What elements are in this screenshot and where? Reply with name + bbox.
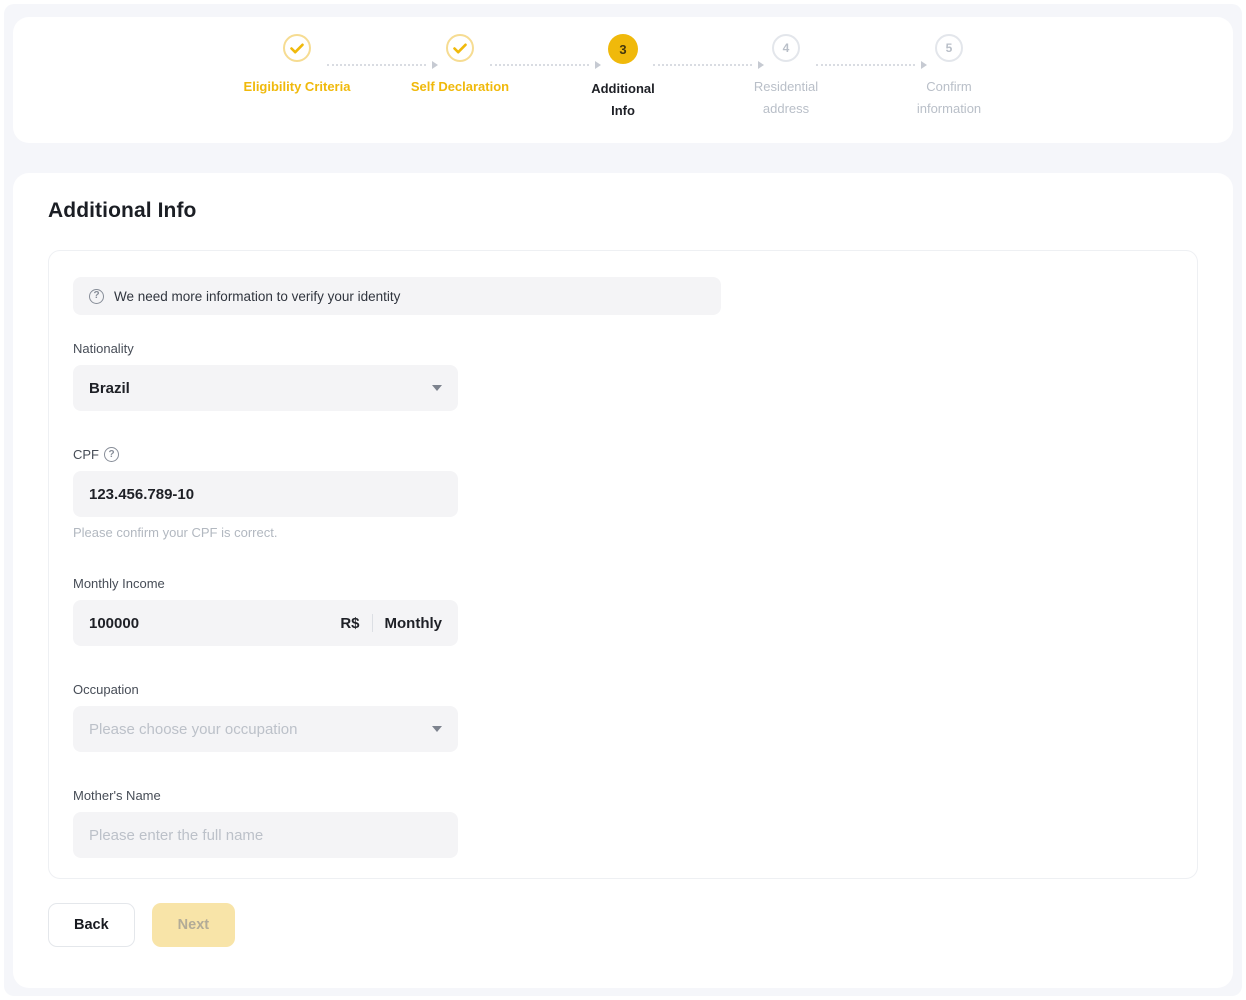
cpf-helper-text: Please confirm your CPF is correct.	[73, 525, 1173, 540]
step-self-declaration[interactable]: Self Declaration	[379, 34, 542, 122]
mothers-name-field-box	[73, 812, 458, 858]
monthly-income-field-box: R$ Monthly	[73, 600, 458, 646]
step-additional-info: 3 Additional Info	[542, 34, 705, 122]
currency-label: R$	[340, 615, 359, 632]
step-number-circle: 4	[772, 34, 800, 62]
stepper-card: Eligibility Criteria Self Declaration 3 …	[13, 17, 1233, 143]
step-complete-circle	[446, 34, 474, 62]
info-banner-text: We need more information to verify your …	[114, 289, 400, 304]
step-complete-circle	[283, 34, 311, 62]
step-residential-address: 4 Residential address	[705, 34, 868, 122]
step-label: Additional Info	[582, 78, 664, 122]
step-label: Confirm information	[903, 76, 995, 120]
monthly-income-label: Monthly Income	[73, 576, 1173, 591]
income-suffix: R$ Monthly	[340, 614, 442, 632]
page-background: Eligibility Criteria Self Declaration 3 …	[4, 4, 1242, 996]
check-icon	[453, 43, 467, 54]
nationality-select[interactable]: Brazil	[73, 365, 458, 411]
nationality-value: Brazil	[89, 380, 432, 397]
form-actions: Back Next	[48, 903, 1198, 947]
chevron-down-icon	[432, 726, 442, 732]
mothers-name-input[interactable]	[89, 827, 442, 844]
step-label: Self Declaration	[411, 76, 509, 98]
mothers-name-label: Mother's Name	[73, 788, 1173, 803]
monthly-income-input[interactable]	[89, 615, 340, 632]
cpf-input[interactable]	[89, 486, 442, 503]
step-label: Eligibility Criteria	[244, 76, 351, 98]
occupation-placeholder: Please choose your occupation	[89, 721, 432, 738]
step-confirm-information: 5 Confirm information	[868, 34, 1031, 122]
period-label: Monthly	[385, 615, 443, 632]
help-icon: ?	[89, 289, 104, 304]
nationality-label: Nationality	[73, 341, 1173, 356]
step-number-circle: 5	[935, 34, 963, 62]
form-container: ? We need more information to verify you…	[48, 250, 1198, 879]
cpf-label: CPF ?	[73, 447, 1173, 462]
progress-stepper: Eligibility Criteria Self Declaration 3 …	[13, 17, 1233, 122]
help-icon[interactable]: ?	[104, 447, 119, 462]
suffix-divider	[372, 614, 373, 632]
cpf-field-box	[73, 471, 458, 517]
step-number-circle: 3	[608, 34, 638, 64]
back-button[interactable]: Back	[48, 903, 135, 947]
step-label: Residential address	[740, 76, 832, 120]
occupation-select[interactable]: Please choose your occupation	[73, 706, 458, 752]
chevron-down-icon	[432, 385, 442, 391]
check-icon	[290, 43, 304, 54]
occupation-label: Occupation	[73, 682, 1173, 697]
info-banner: ? We need more information to verify you…	[73, 277, 721, 315]
page-title: Additional Info	[48, 199, 1198, 223]
form-card: Additional Info ? We need more informati…	[13, 173, 1233, 988]
next-button[interactable]: Next	[152, 903, 235, 947]
step-eligibility-criteria[interactable]: Eligibility Criteria	[216, 34, 379, 122]
